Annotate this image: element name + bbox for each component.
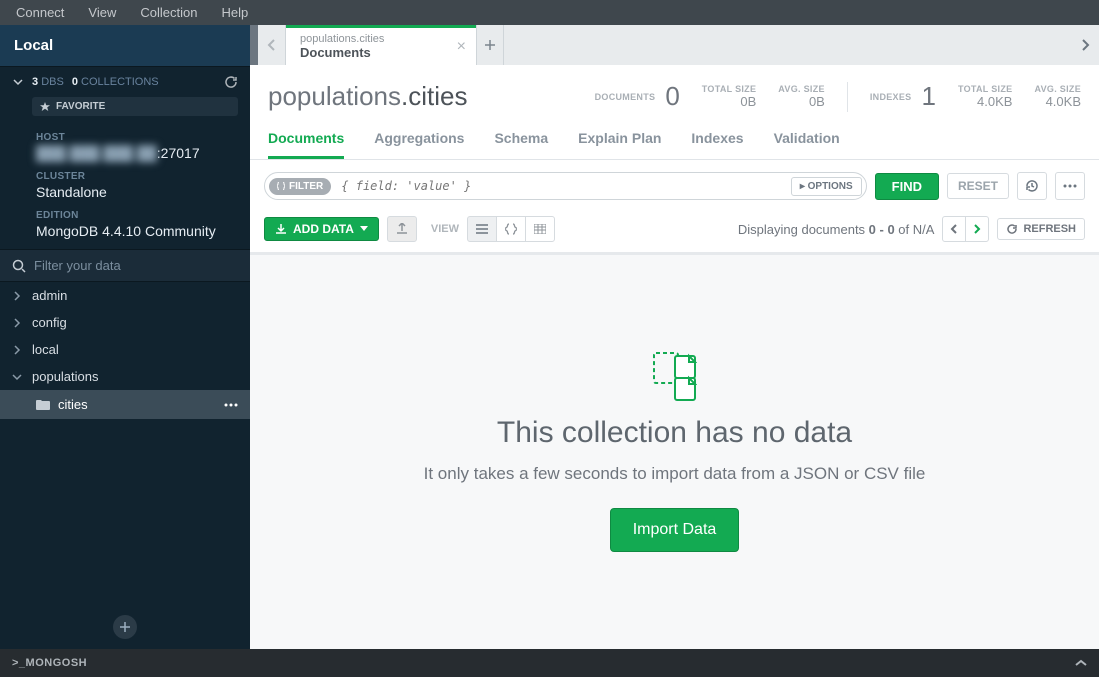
refresh-icon[interactable] [224, 75, 238, 89]
tab-aggregations[interactable]: Aggregations [374, 130, 464, 159]
chevron-right-icon [12, 318, 22, 328]
page-prev-button[interactable] [942, 216, 966, 242]
host-value: ███.███.███.██:27017 [36, 143, 236, 171]
download-icon [275, 223, 287, 235]
page-next-button[interactable] [965, 216, 989, 242]
more-options-button[interactable] [1055, 172, 1085, 200]
tab-title: Documents [300, 45, 442, 60]
coll-count-label: 0 COLLECTIONS [72, 76, 159, 88]
empty-documents-icon [653, 352, 697, 402]
menu-collection[interactable]: Collection [132, 2, 205, 23]
chevron-right-icon [1080, 39, 1090, 51]
menu-connect[interactable]: Connect [8, 2, 72, 23]
tab-schema[interactable]: Schema [494, 130, 548, 159]
query-bar: FILTER ▸ OPTIONS FIND RESET [250, 160, 1099, 212]
edition-label: EDITION [36, 210, 236, 221]
refresh-icon [1006, 223, 1018, 235]
menu-view[interactable]: View [80, 2, 124, 23]
empty-state: This collection has no data It only take… [250, 255, 1099, 649]
search-icon [12, 259, 26, 273]
filter-databases-input[interactable] [34, 258, 238, 273]
tab-strip: populations.cities Documents × [250, 25, 1099, 65]
db-item-config[interactable]: config [0, 309, 250, 336]
empty-title: This collection has no data [497, 416, 852, 450]
favorite-button[interactable]: FAVORITE [32, 97, 238, 116]
chevron-right-icon [12, 291, 22, 301]
tab-validation[interactable]: Validation [774, 130, 840, 159]
chevron-left-icon [267, 39, 277, 51]
cluster-label: CLUSTER [36, 171, 236, 182]
edition-value: MongoDB 4.4.10 Community [36, 221, 236, 249]
caret-down-icon [360, 226, 368, 232]
filter-badge[interactable]: FILTER [269, 178, 331, 195]
chevron-up-icon [1075, 659, 1087, 667]
history-icon [1025, 179, 1039, 193]
view-label: VIEW [431, 223, 459, 235]
find-button[interactable]: FIND [875, 173, 939, 200]
table-icon [534, 224, 546, 234]
db-item-local[interactable]: local [0, 336, 250, 363]
cluster-value: Standalone [36, 182, 236, 210]
options-button[interactable]: ▸ OPTIONS [791, 177, 862, 196]
db-item-admin[interactable]: admin [0, 282, 250, 309]
import-data-button[interactable]: Import Data [610, 508, 740, 552]
namespace-title: populations.cities [268, 81, 467, 112]
collection-stats: DOCUMENTS 0 TOTAL SIZE0B AVG. SIZE0B IND… [595, 81, 1081, 112]
tab-close-button[interactable]: × [457, 38, 466, 56]
add-data-button[interactable]: ADD DATA [264, 217, 379, 241]
plus-icon [485, 40, 495, 50]
star-icon [40, 102, 50, 112]
view-json-button[interactable] [496, 216, 526, 242]
displaying-text: Displaying documents 0 - 0 of N/A [738, 222, 935, 237]
more-icon [1063, 184, 1077, 188]
folder-icon [36, 399, 50, 411]
host-label: HOST [36, 132, 236, 143]
export-button[interactable] [387, 216, 417, 242]
db-item-populations[interactable]: populations [0, 363, 250, 390]
tab-indexes[interactable]: Indexes [691, 130, 743, 159]
chevron-down-icon[interactable] [12, 76, 24, 88]
tab-subtitle: populations.cities [300, 33, 442, 45]
view-list-button[interactable] [467, 216, 497, 242]
list-icon [476, 224, 488, 234]
mongosh-bar[interactable]: >_MONGOSH [0, 649, 1099, 677]
database-list: admin config local populations cities [0, 282, 250, 605]
chevron-down-icon [12, 372, 22, 382]
indexes-count: 1 [921, 81, 935, 112]
collection-item-cities[interactable]: cities [0, 390, 250, 419]
empty-subtitle: It only takes a few seconds to import da… [424, 464, 926, 484]
chevron-right-icon [12, 345, 22, 355]
chevron-right-icon [973, 224, 981, 234]
tab-prev-button[interactable] [258, 25, 286, 65]
chevron-left-icon [950, 224, 958, 234]
braces-icon [505, 223, 517, 235]
add-database-button[interactable] [113, 615, 137, 639]
tab-next-button[interactable] [1071, 25, 1099, 65]
sidebar: Local 3 DBS 0 COLLECTIONS FAVORITE HOST … [0, 25, 250, 649]
view-table-button[interactable] [525, 216, 555, 242]
braces-icon [277, 182, 285, 190]
collection-sub-tabs: Documents Aggregations Schema Explain Pl… [250, 120, 1099, 160]
tab-documents[interactable]: Documents [268, 130, 344, 159]
history-button[interactable] [1017, 172, 1047, 200]
export-icon [396, 223, 408, 235]
documents-count: 0 [665, 81, 679, 112]
plus-icon [119, 621, 131, 633]
filter-input[interactable] [331, 179, 791, 193]
reset-button[interactable]: RESET [947, 173, 1009, 199]
sidebar-resize-handle[interactable] [250, 25, 258, 65]
tab-explain-plan[interactable]: Explain Plan [578, 130, 661, 159]
more-icon[interactable] [224, 403, 238, 407]
tab-populations-cities[interactable]: populations.cities Documents × [286, 25, 476, 65]
db-count-label: 3 DBS [32, 76, 64, 88]
menu-help[interactable]: Help [213, 2, 256, 23]
app-menu-bar: Connect View Collection Help [0, 0, 1099, 25]
connection-title: Local [0, 25, 250, 67]
refresh-button[interactable]: REFRESH [997, 218, 1085, 240]
tab-add-button[interactable] [476, 25, 504, 65]
